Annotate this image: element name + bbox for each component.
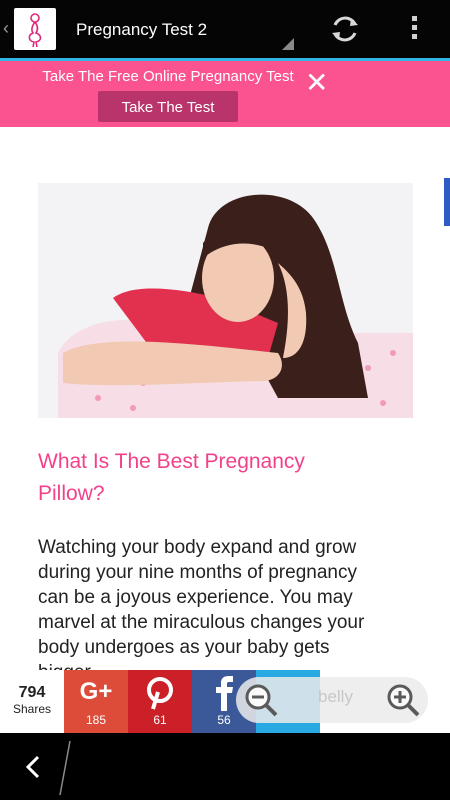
google-plus-count: 185	[85, 713, 107, 727]
overflow-menu-icon[interactable]	[404, 12, 424, 46]
app-logo-icon[interactable]	[14, 8, 56, 50]
refresh-icon[interactable]	[328, 12, 362, 46]
article-body: Watching your body expand and grow durin…	[38, 537, 365, 683]
pinterest-count: 61	[153, 713, 167, 727]
zoom-ghost-text: belly	[318, 687, 353, 706]
zoom-control: belly	[236, 677, 428, 723]
close-icon[interactable]: ✕	[305, 69, 328, 97]
promo-text: Take The Free Online Pregnancy Test	[42, 68, 294, 85]
facebook-icon	[216, 676, 233, 711]
google-plus-share-button[interactable]: G+ 185	[64, 670, 128, 733]
google-plus-icon: G+	[79, 678, 113, 705]
hero-image	[38, 183, 413, 418]
take-test-button[interactable]: Take The Test	[98, 91, 238, 122]
article-title: What Is The Best Pregnancy Pillow?	[38, 450, 305, 505]
share-total: 794 Shares	[0, 670, 64, 733]
share-total-label: Shares	[12, 702, 52, 716]
spinner-corner-icon[interactable]	[282, 38, 294, 50]
share-total-count: 794	[18, 684, 46, 701]
pinterest-icon	[147, 677, 173, 710]
app-title: Pregnancy Test 2	[76, 20, 208, 39]
nav-divider	[58, 739, 72, 797]
zoom-in-icon[interactable]	[384, 681, 422, 719]
scroll-indicator	[444, 178, 450, 226]
action-bar: ‹ Pregnancy Test 2	[0, 0, 450, 61]
pinterest-share-button[interactable]: 61	[128, 670, 192, 733]
nav-back-icon[interactable]	[22, 753, 46, 781]
zoom-out-icon[interactable]	[242, 681, 280, 719]
system-nav-bar	[0, 733, 450, 800]
back-caret-icon[interactable]: ‹	[3, 18, 9, 39]
promo-banner: Take The Free Online Pregnancy Test Take…	[0, 61, 450, 127]
